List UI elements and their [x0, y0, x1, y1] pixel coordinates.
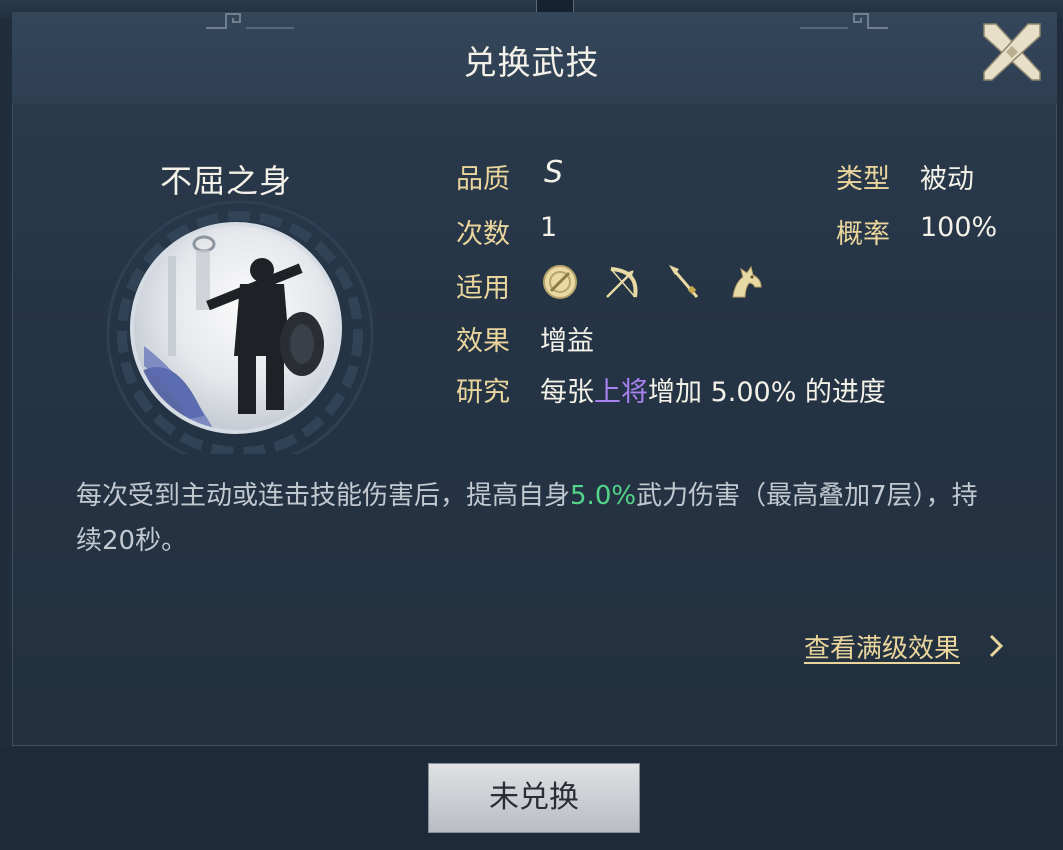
header-ornament-right [800, 13, 888, 29]
type-value: 被动 [920, 164, 974, 195]
effect-value: 增益 [540, 326, 594, 357]
count-label: 次数 [456, 219, 510, 250]
chevron-right-icon[interactable] [988, 633, 1004, 659]
skill-description: 每次受到主动或连击技能伤害后，提高自身5.0%武力伤害（最高叠加7层），持续20… [76, 474, 996, 564]
research-highlight: 上将 [594, 377, 648, 408]
research-prefix: 每张 [540, 377, 594, 408]
crossed-swords-close-icon[interactable] [978, 18, 1046, 86]
type-label: 类型 [836, 164, 890, 195]
bow-icon [606, 267, 638, 298]
redeem-button[interactable]: 未兑换 [428, 763, 640, 833]
count-value: 1 [540, 212, 558, 243]
research-suffix: 增加 5.00% 的进度 [648, 377, 886, 408]
header-ornament-left [206, 13, 294, 29]
description-highlight: 5.0% [570, 481, 637, 511]
warrior-with-shield-portrait [134, 235, 324, 430]
quality-value: S [544, 155, 564, 190]
applicable-label: 适用 [456, 273, 510, 304]
dialog-title: 兑换武技 [463, 43, 600, 82]
quality-label: 品质 [456, 164, 510, 195]
description-part1: 每次受到主动或连击技能伤害后，提高自身 [76, 481, 571, 511]
rate-value: 100% [920, 212, 998, 243]
effect-label: 效果 [456, 326, 510, 357]
research-label: 研究 [456, 377, 510, 408]
horse-icon [732, 265, 762, 298]
skill-portrait [130, 222, 342, 434]
view-full-level-link[interactable]: 查看满级效果 [804, 628, 960, 665]
research-value: 每张上将增加 5.00% 的进度 [540, 370, 886, 409]
shield-icon [543, 265, 577, 299]
rate-label: 概率 [836, 219, 890, 250]
spear-icon [669, 265, 699, 298]
skill-name: 不屈之身 [160, 162, 293, 200]
